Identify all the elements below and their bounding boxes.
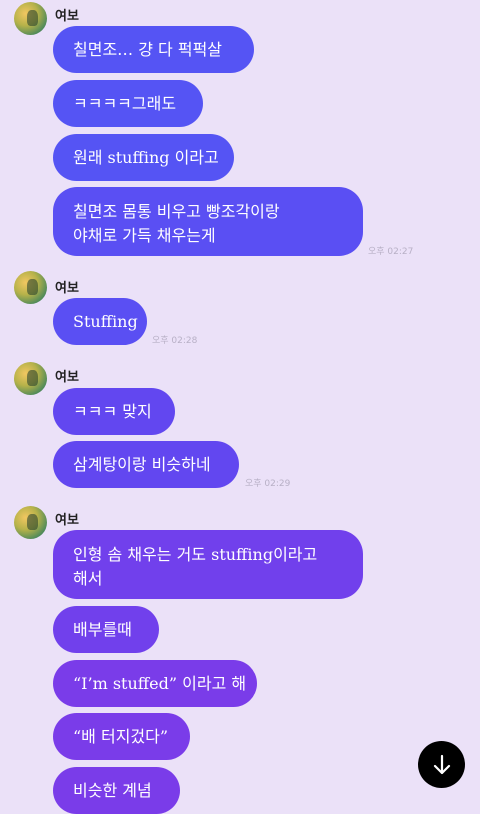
message-bubble[interactable]: 인형 솜 채우는 거도 stuffing이라고 해서 (53, 530, 363, 599)
sender-name: 여보 (55, 370, 79, 385)
sender-name: 여보 (55, 513, 79, 528)
message-text: 칠면조 몸통 비우고 빵조각이랑 야채로 가득 채우는게 (73, 202, 280, 245)
message-text: 인형 솜 채우는 거도 stuffing이라고 해서 (73, 545, 318, 588)
message-text: 칠면조… 걍 다 퍽퍽살 (73, 39, 223, 59)
message-bubble[interactable]: Stuffing (53, 298, 147, 345)
message-bubble[interactable]: ㅋㅋㅋ 맞지 (53, 388, 175, 435)
avatar[interactable] (14, 2, 47, 35)
message-bubble[interactable]: 비슷한 계념 (53, 767, 180, 814)
arrow-down-icon (433, 754, 450, 774)
message-text: ㅋㅋㅋㅋ그래도 (73, 93, 177, 113)
message-bubble[interactable]: 칠면조… 걍 다 퍽퍽살 (53, 26, 254, 73)
sender-name: 여보 (55, 9, 79, 24)
message-text: 삼계탕이랑 비슷하네 (73, 454, 211, 474)
message-bubble[interactable]: “I’m stuffed” 이라고 해 (53, 660, 257, 707)
message-text: “배 터지겄다” (73, 726, 169, 746)
message-text: Stuffing (73, 311, 138, 331)
message-bubble[interactable]: 원래 stuffing 이라고 (53, 134, 234, 181)
message-text: “I’m stuffed” 이라고 해 (73, 673, 247, 693)
message-bubble[interactable]: 칠면조 몸통 비우고 빵조각이랑 야채로 가득 채우는게 (53, 187, 363, 256)
scroll-to-bottom-button[interactable] (418, 741, 465, 788)
message-time: 오후 02:27 (368, 247, 414, 257)
avatar[interactable] (14, 362, 47, 395)
message-bubble[interactable]: 배부를때 (53, 606, 159, 653)
message-text: ㅋㅋㅋ 맞지 (73, 401, 152, 421)
message-bubble[interactable]: 삼계탕이랑 비슷하네 (53, 441, 239, 488)
avatar[interactable] (14, 506, 47, 539)
message-text: 배부를때 (73, 619, 132, 639)
message-bubble[interactable]: ㅋㅋㅋㅋ그래도 (53, 80, 203, 127)
message-text: 원래 stuffing 이라고 (73, 147, 219, 167)
sender-name: 여보 (55, 281, 79, 296)
message-time: 오후 02:28 (152, 336, 198, 346)
avatar[interactable] (14, 271, 47, 304)
message-bubble[interactable]: “배 터지겄다” (53, 713, 190, 760)
message-time: 오후 02:29 (245, 479, 291, 489)
message-text: 비슷한 계념 (73, 780, 152, 800)
